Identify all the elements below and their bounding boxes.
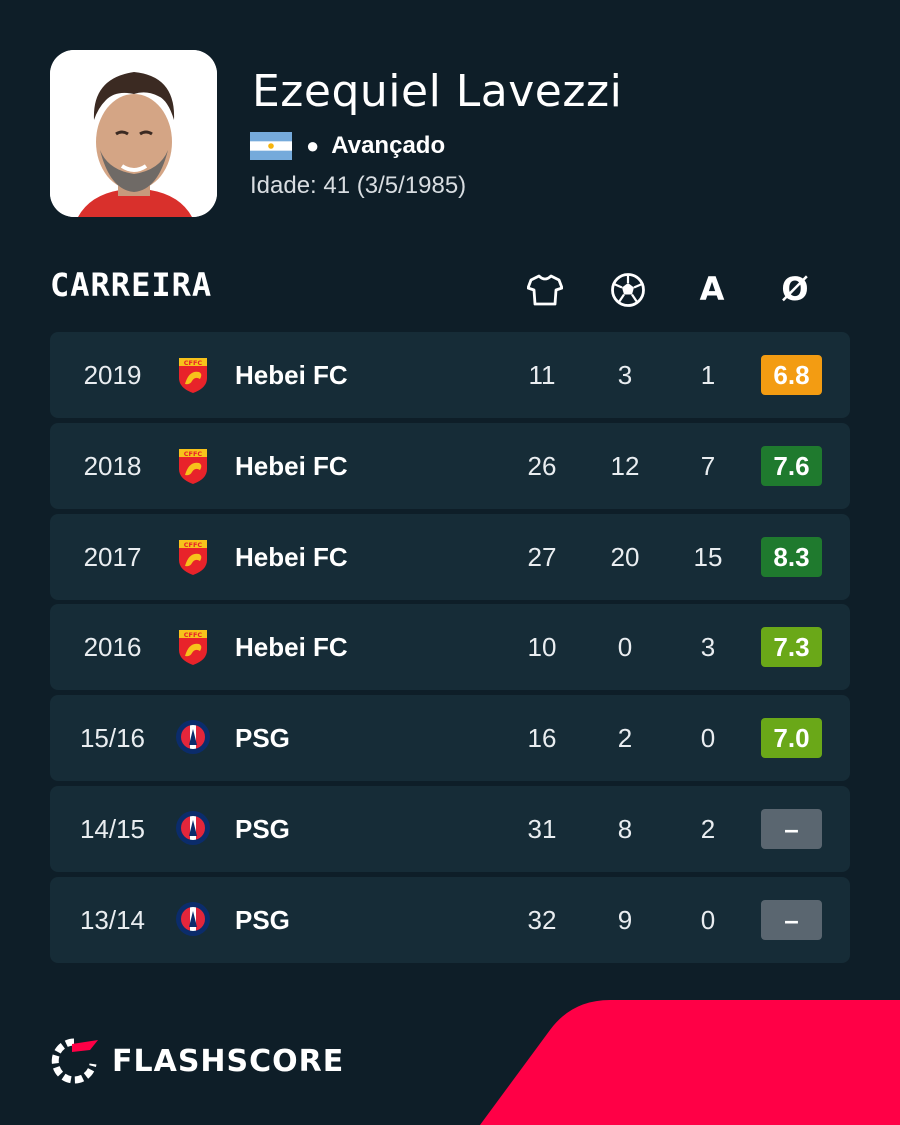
- rating-badge: 8.3: [761, 536, 822, 577]
- season-label: 2018: [83, 450, 142, 481]
- assists-value: 3: [700, 632, 716, 663]
- flashscore-mark-icon: [51, 1038, 98, 1084]
- hebei-fc-logo: CFFC: [175, 628, 211, 666]
- player-photo: [50, 50, 217, 217]
- svg-text:CFFC: CFFC: [184, 541, 203, 549]
- svg-text:CFFC: CFFC: [184, 631, 203, 639]
- player-age: Idade: 41 (3/5/1985): [250, 172, 467, 199]
- assists-value: 0: [700, 904, 716, 935]
- career-row[interactable]: 13/14 PSG 32 9 0 –: [50, 876, 850, 963]
- team-name[interactable]: Hebei FC: [235, 514, 348, 600]
- goals-value: 2: [617, 723, 633, 754]
- rating-badge: –: [761, 899, 822, 940]
- career-row[interactable]: 2019 CFFC Hebei FC 11 3 1 6.8: [50, 332, 850, 418]
- section-title: CARREIRA: [50, 266, 213, 304]
- season-label: 15/16: [79, 723, 146, 754]
- player-position: Avançado: [331, 132, 446, 159]
- appearances-value: 27: [527, 541, 557, 572]
- svg-text:CFFC: CFFC: [184, 359, 203, 367]
- appearances-value: 31: [527, 814, 557, 844]
- flashscore-logo: FLASHSCORE: [50, 1038, 344, 1084]
- team-name[interactable]: Hebei FC: [235, 604, 348, 690]
- season-label: 2019: [83, 360, 142, 390]
- goals-value: 3: [617, 360, 633, 390]
- season-label: 14/15: [79, 814, 146, 844]
- hebei-fc-logo: CFFC: [175, 356, 211, 394]
- goals-value: 8: [617, 814, 633, 844]
- rating-badge: 7.6: [761, 445, 822, 486]
- team-name[interactable]: Hebei FC: [235, 332, 348, 418]
- psg-logo: [175, 901, 211, 939]
- assists-value: 1: [700, 360, 716, 390]
- appearances-value: 16: [527, 723, 557, 754]
- career-row[interactable]: 2018 CFFC Hebei FC 26 12 7 7.6: [50, 422, 850, 509]
- season-label: 2017: [83, 541, 142, 572]
- appearances-value: 11: [528, 360, 556, 390]
- hebei-fc-logo: CFFC: [175, 447, 211, 485]
- rating-badge: 6.8: [761, 355, 822, 395]
- footer-accent-shape: [480, 1000, 900, 1125]
- season-label: 2016: [83, 632, 142, 663]
- player-name: Ezequiel Lavezzi: [252, 66, 623, 117]
- football-icon: [610, 272, 646, 308]
- goals-value: 20: [610, 541, 640, 572]
- goals-value: 0: [617, 632, 633, 663]
- season-label: 13/14: [79, 904, 146, 935]
- brand-name: FLASHSCORE: [112, 1043, 345, 1079]
- psg-logo: [175, 719, 211, 757]
- jersey-icon: [527, 272, 563, 308]
- team-name[interactable]: Hebei FC: [235, 423, 348, 509]
- rating-header: Ø: [781, 270, 809, 308]
- assists-value: 15: [693, 541, 723, 572]
- appearances-value: 10: [527, 632, 557, 663]
- team-name[interactable]: PSG: [235, 877, 290, 963]
- rating-badge: 7.3: [761, 627, 822, 668]
- career-row[interactable]: 15/16 PSG 16 2 0 7.0: [50, 695, 850, 782]
- assists-value: 0: [700, 723, 716, 754]
- goals-value: 12: [610, 450, 640, 481]
- assists-value: 2: [700, 814, 716, 844]
- goals-value: 9: [617, 904, 633, 935]
- team-name[interactable]: PSG: [235, 786, 290, 872]
- rating-badge: 7.0: [761, 718, 822, 759]
- player-meta: ● Avançado: [250, 130, 445, 162]
- svg-text:CFFC: CFFC: [184, 450, 203, 458]
- team-name[interactable]: PSG: [235, 695, 290, 781]
- career-row[interactable]: 2016 CFFC Hebei FC 10 0 3 7.3: [50, 604, 850, 691]
- appearances-value: 26: [527, 450, 557, 481]
- separator-dot: ●: [306, 133, 320, 158]
- career-row[interactable]: 2017 CFFC Hebei FC 27 20 15 8.3: [50, 513, 850, 600]
- appearances-value: 32: [527, 904, 557, 935]
- career-row[interactable]: 14/15 PSG 31 8 2 –: [50, 786, 850, 872]
- hebei-fc-logo: CFFC: [175, 538, 211, 576]
- argentina-flag-icon: [250, 132, 292, 160]
- assists-header: A: [699, 270, 725, 308]
- rating-badge: –: [761, 809, 822, 849]
- assists-value: 7: [700, 450, 716, 481]
- psg-logo: [175, 810, 211, 848]
